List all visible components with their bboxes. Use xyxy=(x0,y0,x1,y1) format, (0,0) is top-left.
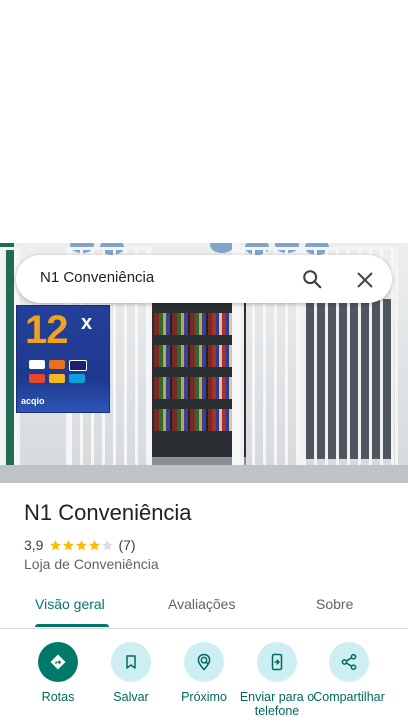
poster-suffix: x xyxy=(81,312,93,334)
tab-reviews[interactable]: Avaliações xyxy=(168,596,235,612)
save-label: Salvar xyxy=(113,690,149,704)
search-icon[interactable] xyxy=(301,268,323,290)
bookmark-icon xyxy=(126,655,136,669)
rating-stars xyxy=(49,539,114,552)
rating-row[interactable]: 3,9 (7) xyxy=(24,536,136,554)
tab-bar: Visão geral Avaliações Sobre xyxy=(0,586,408,629)
rating-value: 3,9 xyxy=(24,537,44,553)
search-bar[interactable]: N1 Conveniência xyxy=(16,255,392,303)
map-blank-area xyxy=(0,0,408,243)
share-button[interactable]: Compartilhar xyxy=(313,642,385,726)
card-logos xyxy=(29,360,101,386)
place-title: N1 Conveniência xyxy=(24,500,192,525)
save-button[interactable]: Salvar xyxy=(95,642,167,726)
star-icon xyxy=(76,539,88,550)
nearby-button[interactable]: Próximo xyxy=(168,642,240,726)
directions-button[interactable]: Rotas xyxy=(22,642,94,726)
tab-overview[interactable]: Visão geral xyxy=(35,596,105,612)
star-icon xyxy=(89,539,101,550)
star-icon xyxy=(50,539,62,550)
poster-number: 12 xyxy=(25,308,68,352)
nearby-label: Próximo xyxy=(181,690,227,704)
nearby-icon xyxy=(197,653,211,671)
send-to-phone-icon xyxy=(271,653,283,671)
star-icon xyxy=(63,539,75,550)
share-label: Compartilhar xyxy=(313,690,385,704)
active-tab-indicator xyxy=(35,624,109,627)
search-query[interactable]: N1 Conveniência xyxy=(40,269,154,286)
star-icon xyxy=(102,539,114,550)
directions-icon xyxy=(50,654,66,670)
send-to-phone-button[interactable]: Enviar para o telefone xyxy=(240,642,314,726)
share-icon xyxy=(341,653,357,671)
place-category[interactable]: Loja de Conveniência xyxy=(24,556,159,572)
directions-label: Rotas xyxy=(41,690,75,704)
review-count: (7) xyxy=(118,537,136,553)
poster-brand: acqio xyxy=(21,396,45,406)
promo-poster: 12 x acqio xyxy=(16,305,110,413)
tab-about[interactable]: Sobre xyxy=(316,596,353,612)
close-icon[interactable] xyxy=(354,269,376,291)
